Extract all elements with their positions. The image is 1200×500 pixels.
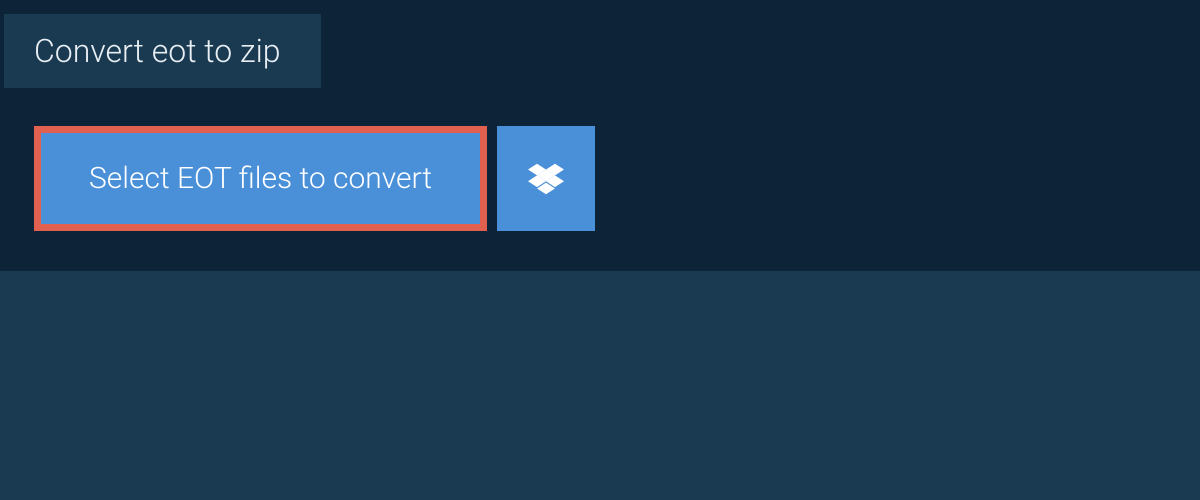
tab-header: Convert eot to zip — [4, 14, 321, 88]
button-row: Select EOT files to convert — [34, 126, 1200, 231]
dropbox-icon — [528, 163, 564, 195]
converter-panel: Convert eot to zip Select EOT files to c… — [0, 0, 1200, 271]
select-files-button-label: Select EOT files to convert — [89, 161, 432, 196]
dropbox-button[interactable] — [497, 126, 595, 231]
page-title: Convert eot to zip — [34, 32, 281, 70]
select-files-button[interactable]: Select EOT files to convert — [34, 126, 487, 231]
